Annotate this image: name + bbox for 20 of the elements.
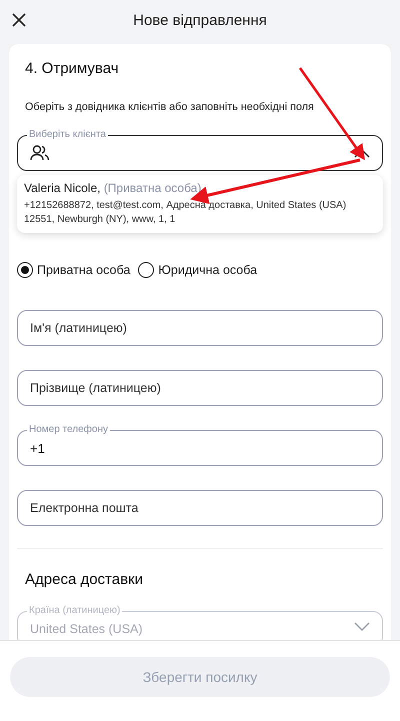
- section-title: Адреса доставки: [25, 571, 144, 588]
- input-field[interactable]: Електронна пошта: [17, 490, 383, 526]
- radio-label: Приватна особа: [37, 263, 130, 277]
- radio-label: Юридична особа: [158, 263, 258, 277]
- radio-button[interactable]: [138, 262, 154, 278]
- chevron-icon: [354, 148, 370, 158]
- chevron-icon: [354, 622, 370, 631]
- section-title: 4. Отримувач: [25, 60, 120, 77]
- radio-button[interactable]: [17, 262, 33, 278]
- hint-text: Оберіть з довідника клієнтів або заповніть необхідні поля: [25, 101, 315, 113]
- client-details: +12152688872, test@test.com, Адресна доставка, United States (USA) 12551, Newburgh (NY), www, 1, 1: [24, 199, 348, 227]
- radio-option[interactable]: Приватна особа: [17, 262, 130, 278]
- screen-title: Нове відправлення: [133, 12, 267, 28]
- client-name: Valeria Nicole, (Приватна особа): [24, 181, 202, 195]
- radio-option[interactable]: Юридична особа: [138, 262, 258, 278]
- client-option[interactable]: Valeria Nicole, (Приватна особа) +12152688872, test@test.com, Адресна доставка, United States (USA) 12551, Newburgh (NY), www, 1, 1: [17, 175, 383, 233]
- input-field[interactable]: Прізвище (латиницею): [17, 370, 383, 406]
- close-icon[interactable]: [12, 13, 26, 27]
- input-field[interactable]: Ім'я (латиницею): [17, 310, 383, 346]
- people-icon: [30, 144, 50, 162]
